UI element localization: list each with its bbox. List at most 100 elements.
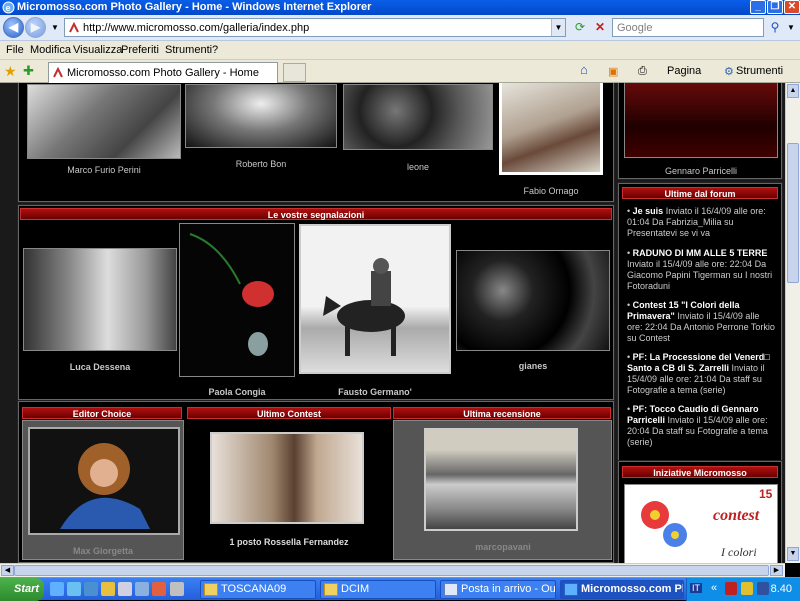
history-dropdown-icon[interactable]: ▼ bbox=[46, 19, 64, 37]
start-button[interactable]: Start bbox=[0, 578, 44, 601]
tools-menu[interactable]: Strumenti bbox=[736, 65, 783, 77]
close-button[interactable]: ✕ bbox=[784, 0, 800, 14]
caption-sidebar-top[interactable]: Gennaro Parricelli bbox=[624, 166, 778, 176]
photo-top-3[interactable] bbox=[343, 84, 493, 150]
photo-contest[interactable] bbox=[210, 432, 364, 524]
forward-button[interactable]: ▶ bbox=[25, 17, 46, 38]
scroll-down-icon[interactable]: ▼ bbox=[787, 547, 799, 561]
segnalazioni-header: Le vostre segnalazioni bbox=[20, 208, 612, 220]
segnalazioni-panel: Le vostre segnalazioni Luca Dessena Paol… bbox=[17, 204, 615, 401]
task-toscana09[interactable]: TOSCANA09 bbox=[200, 580, 316, 599]
task-micromosso[interactable]: Micromosso.com Ph... bbox=[560, 580, 684, 599]
language-indicator[interactable]: IT bbox=[690, 583, 702, 593]
horizontal-scrollbar[interactable]: ◀ ▶ bbox=[0, 563, 785, 577]
search-input[interactable]: Google bbox=[612, 18, 764, 37]
tools-gear-icon[interactable]: ⚙ bbox=[724, 65, 734, 78]
photo-segn-2[interactable] bbox=[179, 223, 295, 377]
add-favorites-icon[interactable]: ✚ bbox=[23, 63, 34, 79]
caption-top-1[interactable]: Marco Furio Perini bbox=[27, 165, 181, 175]
menu-visualizza[interactable]: Visualizza bbox=[73, 44, 122, 56]
forum-item[interactable]: • PF: Tocco Caudio di Gennaro Parricelli… bbox=[627, 404, 777, 448]
task-label: DCIM bbox=[341, 583, 370, 595]
task-outlook[interactable]: Posta in arrivo - Outlo... bbox=[440, 580, 556, 599]
menu-strumenti[interactable]: Strumenti bbox=[165, 44, 212, 56]
photo-top-1[interactable] bbox=[27, 84, 181, 159]
feeds-icon[interactable]: ▣ bbox=[608, 65, 618, 78]
tulips-image bbox=[189, 233, 274, 356]
contest-banner[interactable]: 15 contest I colori bbox=[624, 484, 778, 563]
maximize-button[interactable]: ❐ bbox=[767, 0, 783, 14]
caption-editor-choice[interactable]: Max Giorgetta bbox=[23, 546, 183, 556]
minimize-button[interactable]: _ bbox=[750, 0, 766, 14]
photo-sidebar-top[interactable] bbox=[624, 83, 778, 158]
page-menu[interactable]: Pagina bbox=[667, 65, 701, 77]
menu-modifica[interactable]: Modifica bbox=[30, 44, 71, 56]
photo-top-2[interactable] bbox=[185, 84, 337, 148]
forum-item[interactable]: • Je suis Inviato il 16/4/09 alle ore: 0… bbox=[627, 206, 777, 239]
forum-item[interactable]: • RADUNO DI MM ALLE 5 TERRE Inviato il 1… bbox=[627, 248, 777, 292]
task-dcim[interactable]: DCIM bbox=[320, 580, 436, 599]
forum-item-title[interactable]: RADUNO DI MM ALLE 5 TERRE bbox=[633, 248, 768, 258]
sidebar-top-panel: Gennaro Parricelli bbox=[617, 83, 783, 180]
forum-panel: Ultime dal forum • Je suis Inviato il 16… bbox=[617, 182, 783, 462]
task-label: Micromosso.com Ph... bbox=[581, 583, 683, 595]
scroll-right-icon[interactable]: ▶ bbox=[770, 565, 783, 576]
ie-icon bbox=[564, 583, 578, 596]
tray-expand-icon[interactable]: « bbox=[711, 582, 717, 594]
quicklaunch-desktop-icon[interactable] bbox=[84, 582, 98, 596]
photo-recensione[interactable] bbox=[424, 428, 578, 531]
folder-icon bbox=[324, 583, 338, 596]
security-shield-icon[interactable] bbox=[741, 582, 753, 595]
tab-micromosso[interactable]: Micromosso.com Photo Gallery - Home bbox=[48, 62, 278, 83]
new-tab-button[interactable] bbox=[283, 63, 306, 82]
caption-top-4[interactable]: Fabio Ornago bbox=[499, 186, 603, 196]
caption-segn-2[interactable]: Paola Congia bbox=[179, 387, 295, 397]
menu-preferiti[interactable]: Preferiti bbox=[121, 44, 159, 56]
forum-item[interactable]: • PF: La Processione del Venerd□ Santo a… bbox=[627, 352, 777, 396]
vertical-scrollbar[interactable]: ▲ ▼ bbox=[785, 83, 800, 563]
caption-segn-4[interactable]: gianes bbox=[456, 361, 610, 371]
quicklaunch-ie-icon[interactable] bbox=[50, 582, 64, 596]
caption-contest[interactable]: 1 posto Rossella Fernandez bbox=[187, 537, 391, 547]
menu-help[interactable]: ? bbox=[212, 44, 218, 56]
print-icon[interactable]: ⎙ bbox=[638, 65, 647, 78]
forum-item-title[interactable]: Je suis bbox=[633, 206, 664, 216]
photo-segn-3[interactable] bbox=[299, 224, 451, 374]
scroll-left-icon[interactable]: ◀ bbox=[1, 565, 14, 576]
photo-segn-1[interactable] bbox=[23, 248, 177, 351]
home-icon[interactable]: ⌂ bbox=[580, 62, 588, 77]
quicklaunch-folder-icon[interactable] bbox=[101, 582, 115, 596]
mail-icon bbox=[444, 583, 458, 596]
menu-file[interactable]: File bbox=[6, 44, 24, 56]
quicklaunch-app-icon[interactable] bbox=[135, 582, 149, 596]
scroll-up-icon[interactable]: ▲ bbox=[787, 84, 799, 98]
refresh-icon[interactable]: ⟳ bbox=[571, 19, 589, 37]
favorites-star-icon[interactable]: ★ bbox=[4, 63, 17, 80]
vertical-scroll-thumb[interactable] bbox=[787, 143, 799, 283]
donkey-image bbox=[323, 258, 405, 356]
horizontal-scroll-thumb[interactable] bbox=[14, 565, 769, 576]
photo-segn-4[interactable] bbox=[456, 250, 610, 351]
caption-recensione[interactable]: marcopavani bbox=[394, 542, 612, 552]
caption-top-3[interactable]: leone bbox=[343, 162, 493, 172]
antivirus-icon[interactable] bbox=[725, 582, 737, 595]
system-tray: IT « 8.40 bbox=[686, 578, 800, 601]
caption-top-2[interactable]: Roberto Bon bbox=[185, 159, 337, 169]
stop-icon[interactable]: ✕ bbox=[591, 19, 609, 37]
quicklaunch-more-icon[interactable] bbox=[170, 582, 184, 596]
photo-top-4[interactable] bbox=[499, 83, 603, 175]
network-icon[interactable] bbox=[757, 582, 769, 595]
caption-segn-3[interactable]: Fausto Germano' bbox=[299, 387, 451, 397]
photo-editor-choice[interactable] bbox=[28, 427, 180, 535]
back-button[interactable]: ◀ bbox=[3, 17, 24, 38]
search-options-icon[interactable]: ▼ bbox=[782, 19, 800, 37]
quicklaunch-media-icon[interactable] bbox=[118, 582, 132, 596]
quicklaunch-outlook-icon[interactable] bbox=[67, 582, 81, 596]
caption-segn-1[interactable]: Luca Dessena bbox=[23, 362, 177, 372]
address-dropdown-icon[interactable]: ▼ bbox=[551, 19, 565, 36]
forum-header: Ultime dal forum bbox=[622, 187, 778, 199]
address-input[interactable]: http://www.micromosso.com/galleria/index… bbox=[64, 18, 566, 37]
forum-item[interactable]: • Contest 15 "I Colori della Primavera" … bbox=[627, 300, 777, 344]
quicklaunch-firefox-icon[interactable] bbox=[152, 582, 166, 596]
clock[interactable]: 8.40 bbox=[771, 583, 792, 595]
